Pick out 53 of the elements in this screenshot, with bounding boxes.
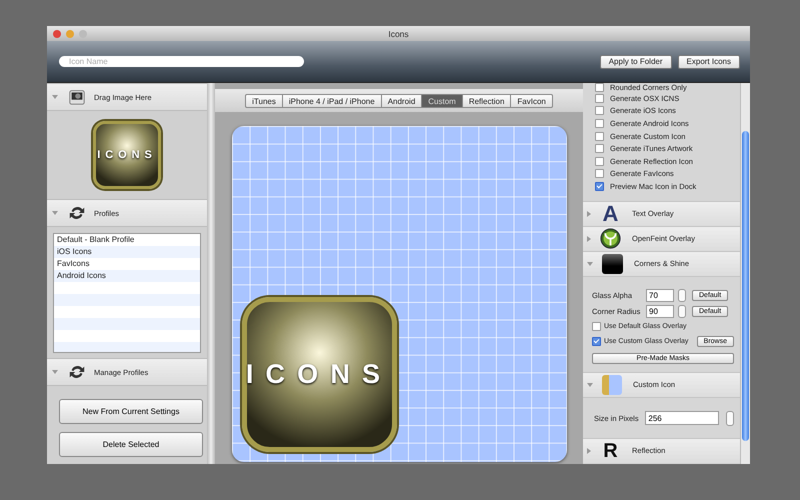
tile-icon [602, 254, 623, 274]
letter-icon: R [600, 440, 621, 462]
letter-icon: A [600, 202, 621, 225]
profile-button[interactable]: Delete Selected [59, 432, 203, 457]
tab[interactable]: iTunes [245, 94, 283, 108]
disclosure-icon[interactable] [52, 211, 58, 215]
icon-name-field[interactable]: Icon Name [59, 56, 304, 67]
stepper[interactable] [726, 410, 734, 426]
tab[interactable]: FavIcon [511, 94, 553, 108]
disclosure-icon[interactable] [587, 382, 593, 387]
checkbox[interactable] [595, 144, 604, 154]
checkbox[interactable] [595, 94, 604, 103]
profile-button[interactable]: New From Current Settings [59, 399, 203, 424]
checkbox[interactable] [592, 337, 601, 346]
checkbox[interactable] [595, 83, 604, 92]
disclosure-icon[interactable] [52, 95, 58, 99]
toolbar-button[interactable]: Export Icons [678, 54, 740, 68]
number-field[interactable]: 90 [646, 304, 674, 318]
checkbox[interactable] [595, 182, 604, 191]
disclosure-icon[interactable] [587, 210, 591, 217]
tab[interactable]: Custom [422, 94, 463, 108]
checkbox[interactable] [595, 169, 604, 178]
toolbar-button[interactable]: Apply to Folder [600, 54, 672, 68]
disclosure-icon[interactable] [587, 236, 591, 242]
checkbox[interactable] [595, 106, 604, 116]
profile-item[interactable]: FavIcons [54, 258, 200, 270]
tab[interactable]: iPhone 4 / iPad / iPhone [282, 94, 382, 108]
disclosure-icon[interactable] [587, 448, 591, 454]
profile-item[interactable]: Default - Blank Profile [54, 234, 200, 246]
tab[interactable]: Android [382, 94, 422, 108]
checkbox[interactable] [592, 322, 601, 332]
app-icon: ICONS [93, 121, 161, 189]
swatch-icon [602, 374, 622, 395]
scrollbar[interactable] [740, 83, 750, 464]
sync-icon [68, 204, 86, 222]
camera-icon [68, 88, 86, 106]
leaf-icon [600, 228, 621, 250]
close-button[interactable] [53, 30, 61, 38]
tab[interactable]: Reflection [462, 94, 512, 108]
window-title: Icons [388, 28, 409, 38]
number-field[interactable]: 70 [646, 288, 674, 302]
stepper[interactable] [678, 288, 686, 302]
size-field[interactable]: 256 [645, 411, 720, 426]
checkbox[interactable] [595, 156, 604, 166]
checkbox[interactable] [595, 118, 604, 128]
minimize-button[interactable] [66, 30, 74, 38]
sync-icon [68, 363, 86, 381]
disclosure-icon[interactable] [587, 262, 593, 266]
stepper[interactable] [678, 304, 686, 318]
checkbox[interactable] [595, 132, 604, 141]
zoom-button[interactable] [79, 30, 87, 38]
app-icon: ICONS [242, 297, 396, 452]
disclosure-icon[interactable] [52, 370, 58, 374]
